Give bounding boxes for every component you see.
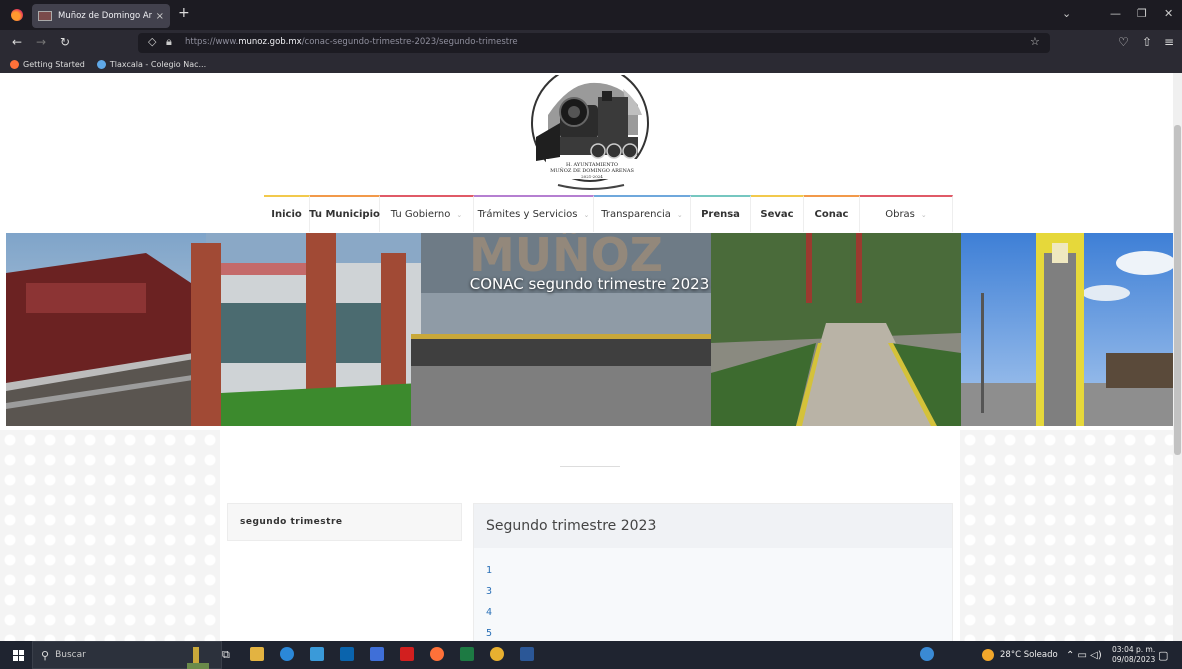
browser-tab[interactable]: Muñoz de Domingo Arenas × (32, 4, 170, 28)
windows-start-icon[interactable] (13, 649, 24, 661)
url-text[interactable]: https://www.munoz.gob.mx/conac-segundo-t… (185, 37, 518, 47)
menu-item-transparencia[interactable]: Transparencia ⌄ (594, 195, 691, 232)
menu-item-tu-gobierno[interactable]: Tu Gobierno ⌄ (380, 195, 474, 232)
bookmark-star-icon[interactable]: ☆ (1030, 35, 1040, 48)
sidebar-item-segundo-trimestre[interactable]: segundo trimestre (240, 517, 343, 527)
train-logo-icon: H. AYUNTAMIENTO MUÑOZ DE DOMINGO ARENAS … (531, 73, 649, 190)
firefox-icon[interactable] (11, 9, 23, 21)
menu-item-sevac[interactable]: Sevac (751, 195, 804, 232)
chrome-icon[interactable] (490, 647, 504, 661)
help-icon[interactable] (920, 647, 934, 661)
menu-item-conac[interactable]: Conac (804, 195, 860, 232)
task-view-icon[interactable]: ⧉ (222, 641, 230, 669)
minimize-icon[interactable]: — (1110, 7, 1121, 20)
lock-icon[interactable]: 🔒︎ (166, 35, 172, 49)
bookmarks-toolbar: Getting Started Tlaxcala - Colegio Nac..… (0, 56, 1182, 73)
chevron-down-icon: ⌄ (920, 210, 927, 219)
new-tab-button[interactable]: + (178, 5, 190, 21)
extensions-icon[interactable]: ⇧ (1142, 35, 1152, 49)
excel-icon[interactable] (460, 647, 474, 661)
document-link[interactable]: 5 (486, 623, 940, 641)
tab-title: Muñoz de Domingo Arenas (58, 11, 152, 21)
town-photo-collage: MUÑOZ (6, 233, 1173, 426)
tab-close-icon[interactable]: × (156, 11, 164, 22)
menu-item-inicio[interactable]: Inicio (264, 195, 310, 232)
document-link[interactable]: 3 (486, 581, 940, 602)
tower-illustration-icon (187, 647, 209, 669)
menu-item-tu-municipio[interactable]: Tu Municipio (309, 195, 380, 232)
panel-body: 1345 (474, 548, 952, 641)
documents-panel: Segundo trimestre 2023 1345 (473, 503, 953, 641)
globe-icon (96, 60, 106, 69)
chevron-down-icon: ⌄ (456, 210, 463, 219)
back-icon[interactable]: ← (12, 35, 22, 49)
forward-icon[interactable]: → (36, 35, 46, 49)
content-area: segundo trimestre Segundo trimestre 2023… (220, 430, 960, 641)
main-menu: Inicio Tu Municipio Tu Gobierno ⌄ Trámites y… (264, 195, 953, 232)
municipality-logo[interactable]: H. AYUNTAMIENTO MUÑOZ DE DOMINGO ARENAS … (528, 73, 653, 193)
tray-icons[interactable]: ⌃ ▭ ◁) (1066, 641, 1102, 669)
menu-item-obras[interactable]: Obras ⌄ (860, 195, 953, 232)
bookmark-getting-started[interactable]: Getting Started (10, 60, 85, 69)
chevron-down-icon: ⌄ (583, 210, 590, 219)
firefox-taskbar-icon[interactable] (430, 647, 444, 661)
scrollbar-thumb[interactable] (1174, 125, 1181, 455)
pocket-icon[interactable]: ♡ (1118, 35, 1129, 49)
restore-icon[interactable]: ❐ (1137, 7, 1147, 20)
firefox-bookmark-icon (10, 60, 19, 69)
notifications-icon[interactable]: ▢ (1158, 641, 1168, 669)
dropbox-icon[interactable] (370, 647, 384, 661)
title-divider (560, 466, 620, 467)
reload-icon[interactable]: ↻ (60, 35, 70, 49)
sidebar-nav[interactable]: segundo trimestre (227, 503, 462, 541)
hero-banner: MUÑOZ CONAC segundo trimestre 2023 (6, 233, 1173, 426)
menu-item-prensa[interactable]: Prensa (691, 195, 751, 232)
page-scrollbar[interactable] (1173, 73, 1182, 641)
windows-taskbar: ⚲ Buscar ⧉ 28°C Soleado ⌃ ▭ ◁) 03:04 p. … (0, 641, 1182, 669)
page-viewport: H. AYUNTAMIENTO MUÑOZ DE DOMINGO ARENAS … (0, 73, 1182, 641)
browser-nav-bar: ← → ↻ ◇ 🔒︎ https://www.munoz.gob.mx/cona… (0, 30, 1182, 56)
page-title: CONAC segundo trimestre 2023 (469, 275, 710, 293)
window-close-icon[interactable]: ✕ (1164, 7, 1173, 20)
taskbar-search[interactable]: ⚲ Buscar (32, 641, 222, 669)
chevron-down-icon: ⌄ (676, 210, 683, 219)
address-bar[interactable]: ◇ 🔒︎ https://www.munoz.gob.mx/conac-segu… (138, 33, 1050, 53)
netflix-icon[interactable] (400, 647, 414, 661)
weather-widget[interactable]: 28°C Soleado (982, 641, 1058, 669)
panel-title: Segundo trimestre 2023 (486, 518, 657, 534)
list-tabs-icon[interactable]: ⌄ (1062, 7, 1071, 20)
search-icon: ⚲ (41, 648, 50, 662)
menu-icon[interactable]: ≡ (1164, 35, 1174, 49)
mail-icon[interactable] (340, 647, 354, 661)
edge-icon[interactable] (280, 647, 294, 661)
document-link[interactable]: 4 (486, 602, 940, 623)
search-placeholder: Buscar (55, 650, 86, 660)
document-link[interactable]: 1 (486, 560, 940, 581)
bookmark-tlaxcala[interactable]: Tlaxcala - Colegio Nac... (96, 60, 206, 69)
sun-icon (982, 649, 994, 661)
store-icon[interactable] (310, 647, 324, 661)
menu-item-tr-mites-y-servicios[interactable]: Trámites y Servicios ⌄ (474, 195, 594, 232)
clock[interactable]: 03:04 p. m. 09/08/2023 (1112, 641, 1155, 669)
browser-tab-bar: Muñoz de Domingo Arenas × + ⌄ — ❐ ✕ (0, 0, 1182, 30)
word-icon[interactable] (520, 647, 534, 661)
site-favicon-icon (38, 11, 52, 21)
tracking-shield-icon[interactable]: ◇ (148, 35, 156, 48)
svg-text:MUÑOZ DE DOMINGO ARENAS: MUÑOZ DE DOMINGO ARENAS (550, 166, 634, 174)
file-explorer-icon[interactable] (250, 647, 264, 661)
svg-text:2021-2024: 2021-2024 (581, 174, 603, 179)
panel-header: Segundo trimestre 2023 (474, 504, 952, 548)
